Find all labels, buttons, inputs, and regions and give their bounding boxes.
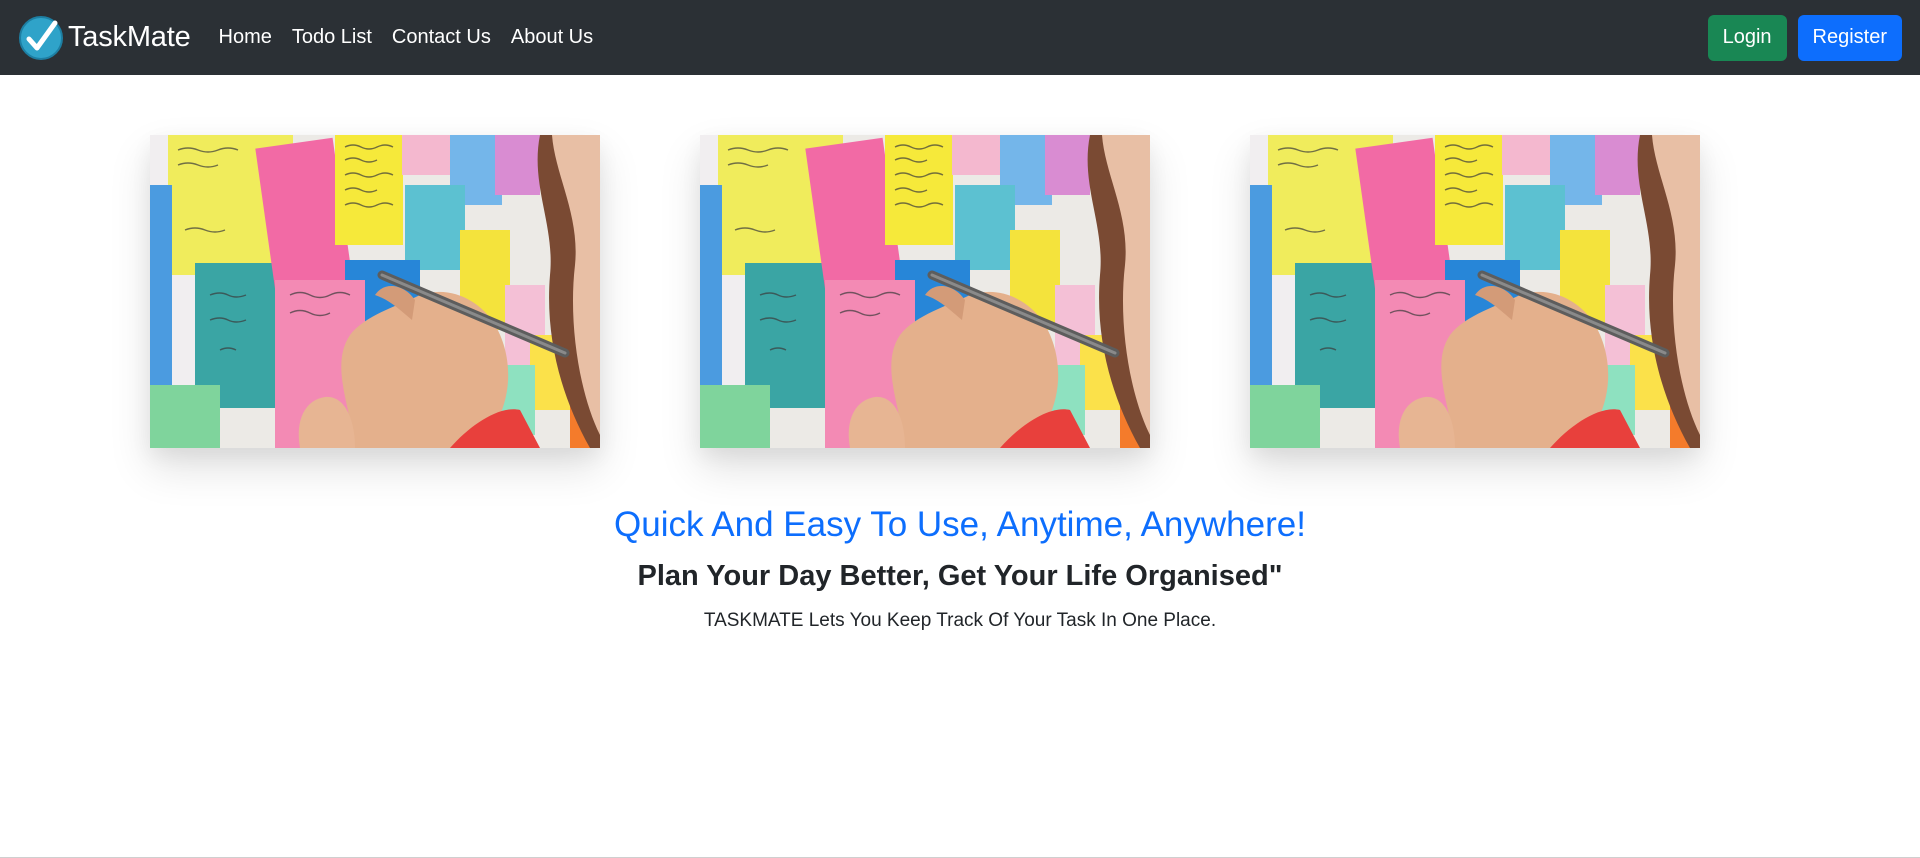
hero-subtitle: Plan Your Day Better, Get Your Life Orga… bbox=[637, 560, 1283, 592]
register-button[interactable]: Register bbox=[1797, 14, 1902, 61]
sticky-notes-photo bbox=[1250, 135, 1700, 448]
login-button[interactable]: Login bbox=[1707, 14, 1787, 61]
nav-menu: Home Todo List Contact Us About Us bbox=[219, 26, 614, 49]
top-navbar: TaskMate Home Todo List Contact Us About… bbox=[0, 0, 1920, 75]
brand-link[interactable]: TaskMate bbox=[18, 15, 191, 61]
hero-title: Quick And Easy To Use, Anytime, Anywhere… bbox=[614, 505, 1306, 544]
nav-contact-us-link[interactable]: Contact Us bbox=[392, 26, 491, 48]
sticky-notes-photo bbox=[700, 135, 1150, 448]
checkmark-circle-icon bbox=[19, 15, 63, 60]
hero-description: TASKMATE Lets You Keep Track Of Your Tas… bbox=[703, 610, 1217, 631]
nav-todo-list-link[interactable]: Todo List bbox=[292, 26, 372, 48]
brand-name: TaskMate bbox=[68, 21, 191, 53]
auth-buttons: Login Register bbox=[1707, 14, 1902, 61]
nav-home-link[interactable]: Home bbox=[219, 26, 272, 48]
nav-about-us-link[interactable]: About Us bbox=[511, 26, 593, 48]
sticky-notes-photo bbox=[150, 135, 600, 448]
